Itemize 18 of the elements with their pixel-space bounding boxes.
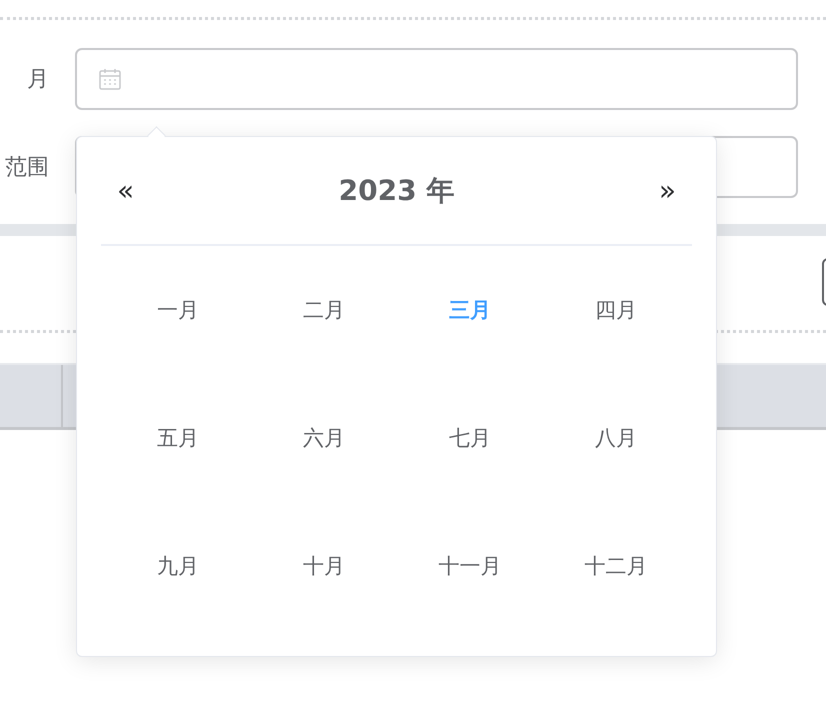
month-option[interactable]: 十一月 (438, 552, 502, 580)
previous-year-button[interactable]: « (115, 174, 136, 207)
month-option[interactable]: 五月 (157, 424, 199, 452)
next-year-button[interactable]: » (656, 174, 678, 207)
calendar-icon (98, 67, 122, 91)
year-title: 2023 年 (338, 172, 454, 208)
month-option[interactable]: 九月 (157, 552, 199, 580)
month-field[interactable] (75, 48, 798, 110)
month-option[interactable]: 八月 (595, 424, 637, 452)
field-label: 月 (26, 66, 50, 94)
month-option[interactable]: 一月 (157, 296, 199, 324)
field-label: 范围 (4, 154, 50, 182)
month-option[interactable]: 十二月 (584, 552, 648, 580)
month-option[interactable]: 六月 (303, 424, 345, 452)
month-option[interactable]: 四月 (595, 296, 637, 324)
month-option[interactable]: 二月 (303, 296, 345, 324)
month-option[interactable]: 十月 (303, 552, 345, 580)
month-option[interactable]: 七月 (449, 424, 491, 452)
